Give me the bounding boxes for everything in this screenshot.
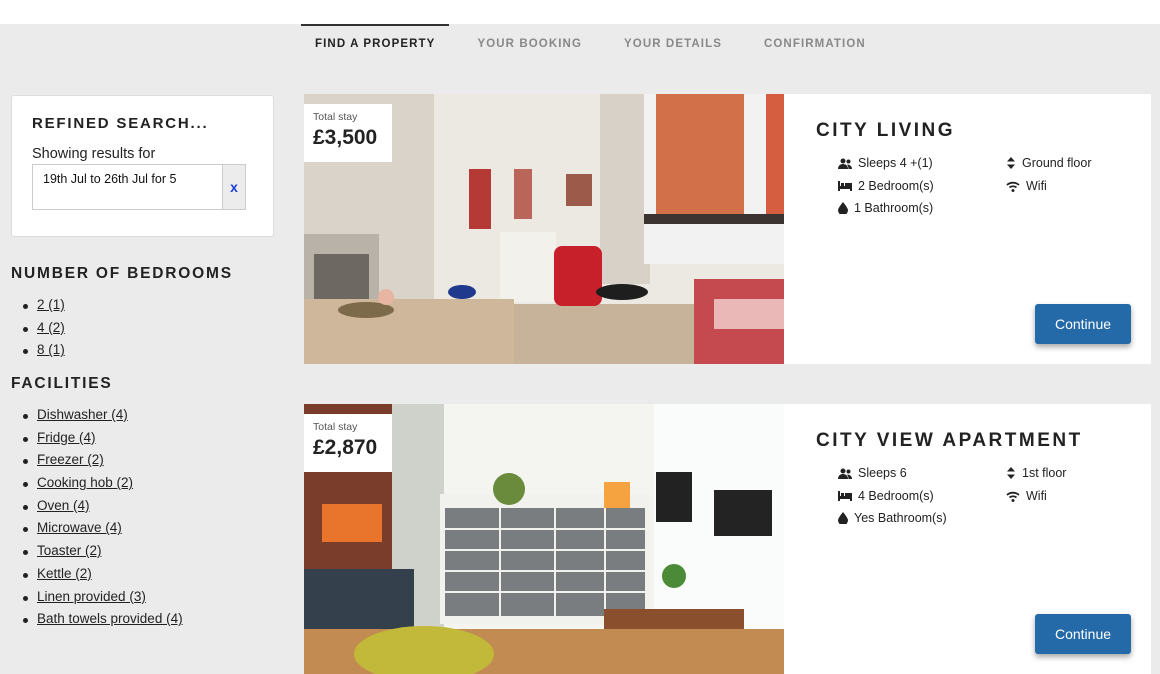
property-title: CITY VIEW APARTMENT bbox=[816, 430, 1083, 451]
facility-filter-link[interactable]: Linen provided (3) bbox=[37, 589, 146, 604]
facility-filter-link[interactable]: Kettle (2) bbox=[37, 566, 92, 581]
list-item: Cooking hob (2) bbox=[23, 475, 183, 498]
bathrooms-feature: 1 Bathroom(s) bbox=[838, 201, 933, 215]
continue-button[interactable]: Continue bbox=[1035, 304, 1131, 344]
list-item: Kettle (2) bbox=[23, 566, 183, 589]
sleeps-text: Sleeps 6 bbox=[858, 466, 907, 480]
sleeps-feature: Sleeps 6 bbox=[838, 466, 907, 480]
list-item: 2 (1) bbox=[23, 297, 65, 320]
floor-text: Ground floor bbox=[1022, 156, 1092, 170]
property-photo[interactable]: Total stay £3,500 bbox=[304, 94, 784, 364]
water-drop-icon bbox=[838, 202, 848, 214]
bedrooms-filter-link[interactable]: 2 (1) bbox=[37, 297, 65, 312]
list-item: Microwave (4) bbox=[23, 520, 183, 543]
search-subtitle: Showing results for bbox=[32, 146, 156, 162]
facility-filter-link[interactable]: Dishwasher (4) bbox=[37, 407, 128, 422]
sleeps-text: Sleeps 4 +(1) bbox=[858, 156, 933, 170]
property-card: Total stay £3,500 CITY LIVING Sleeps 4 +… bbox=[304, 94, 1151, 364]
floor-feature: Ground floor bbox=[1006, 156, 1091, 170]
tab-find-a-property[interactable]: FIND A PROPERTY bbox=[301, 24, 450, 68]
refined-search-title: REFINED SEARCH... bbox=[32, 115, 209, 132]
price-label: Total stay bbox=[313, 111, 358, 123]
bedrooms-filter-link[interactable]: 8 (1) bbox=[37, 342, 65, 357]
list-item: Toaster (2) bbox=[23, 543, 183, 566]
facility-filter-link[interactable]: Microwave (4) bbox=[37, 520, 122, 535]
bed-icon bbox=[838, 181, 852, 191]
bedrooms-text: 4 Bedroom(s) bbox=[858, 489, 934, 503]
tab-your-details[interactable]: YOUR DETAILS bbox=[610, 24, 736, 68]
list-item: 8 (1) bbox=[23, 342, 65, 365]
top-bar bbox=[0, 0, 1160, 24]
refined-search-panel: REFINED SEARCH... Showing results for 19… bbox=[11, 95, 274, 237]
wifi-feature: Wifi bbox=[1006, 179, 1047, 193]
wifi-text: Wifi bbox=[1026, 179, 1047, 193]
users-icon bbox=[838, 468, 852, 479]
list-item: Bath towels provided (4) bbox=[23, 611, 183, 634]
floor-feature: 1st floor bbox=[1006, 466, 1066, 480]
facility-filter-link[interactable]: Oven (4) bbox=[37, 498, 90, 513]
bedrooms-feature: 4 Bedroom(s) bbox=[838, 489, 934, 503]
bedrooms-filter-link[interactable]: 4 (2) bbox=[37, 320, 65, 335]
bathrooms-text: Yes Bathroom(s) bbox=[854, 511, 947, 525]
list-item: Oven (4) bbox=[23, 498, 183, 521]
bed-icon bbox=[838, 491, 852, 501]
price-value: £2,870 bbox=[313, 436, 378, 459]
wifi-text: Wifi bbox=[1026, 489, 1047, 503]
continue-button[interactable]: Continue bbox=[1035, 614, 1131, 654]
wifi-icon bbox=[1006, 181, 1020, 192]
clear-search-button[interactable]: x bbox=[223, 164, 246, 210]
facility-filter-link[interactable]: Bath towels provided (4) bbox=[37, 611, 183, 626]
price-label: Total stay bbox=[313, 421, 358, 433]
sleeps-feature: Sleeps 4 +(1) bbox=[838, 156, 933, 170]
list-item: Dishwasher (4) bbox=[23, 407, 183, 430]
users-icon bbox=[838, 158, 852, 169]
sort-icon bbox=[1007, 157, 1015, 169]
price-value: £3,500 bbox=[313, 126, 378, 149]
search-field: 19th Jul to 26th Jul for 5 x bbox=[32, 164, 246, 210]
property-card: Total stay £2,870 CITY VIEW APARTMENT Sl… bbox=[304, 404, 1151, 674]
list-item: 4 (2) bbox=[23, 320, 65, 343]
tab-confirmation[interactable]: CONFIRMATION bbox=[750, 24, 880, 68]
wifi-icon bbox=[1006, 491, 1020, 502]
bedrooms-filter-title: NUMBER OF BEDROOMS bbox=[11, 265, 233, 282]
list-item: Fridge (4) bbox=[23, 430, 183, 453]
sidebar: REFINED SEARCH... Showing results for 19… bbox=[11, 95, 274, 626]
booking-steps: FIND A PROPERTY YOUR BOOKING YOUR DETAIL… bbox=[301, 24, 894, 68]
water-drop-icon bbox=[838, 512, 848, 524]
facilities-filter-list: Dishwasher (4) Fridge (4) Freezer (2) Co… bbox=[23, 407, 183, 634]
tab-your-booking[interactable]: YOUR BOOKING bbox=[463, 24, 596, 68]
facility-filter-link[interactable]: Fridge (4) bbox=[37, 430, 96, 445]
facilities-filter-title: FACILITIES bbox=[11, 375, 113, 392]
facility-filter-link[interactable]: Cooking hob (2) bbox=[37, 475, 133, 490]
price-tag: Total stay £2,870 bbox=[304, 414, 392, 472]
list-item: Freezer (2) bbox=[23, 452, 183, 475]
search-input[interactable]: 19th Jul to 26th Jul for 5 bbox=[32, 164, 223, 210]
facility-filter-link[interactable]: Toaster (2) bbox=[37, 543, 102, 558]
price-tag: Total stay £3,500 bbox=[304, 104, 392, 162]
bathrooms-text: 1 Bathroom(s) bbox=[854, 201, 934, 215]
bedrooms-feature: 2 Bedroom(s) bbox=[838, 179, 934, 193]
bathrooms-feature: Yes Bathroom(s) bbox=[838, 511, 947, 525]
bedrooms-text: 2 Bedroom(s) bbox=[858, 179, 934, 193]
wifi-feature: Wifi bbox=[1006, 489, 1047, 503]
sort-icon bbox=[1007, 467, 1015, 479]
bedrooms-filter-list: 2 (1) 4 (2) 8 (1) bbox=[23, 297, 65, 365]
property-title: CITY LIVING bbox=[816, 120, 956, 141]
facility-filter-link[interactable]: Freezer (2) bbox=[37, 452, 104, 467]
list-item: Linen provided (3) bbox=[23, 589, 183, 612]
property-photo[interactable]: Total stay £2,870 bbox=[304, 404, 784, 674]
floor-text: 1st floor bbox=[1022, 466, 1067, 480]
